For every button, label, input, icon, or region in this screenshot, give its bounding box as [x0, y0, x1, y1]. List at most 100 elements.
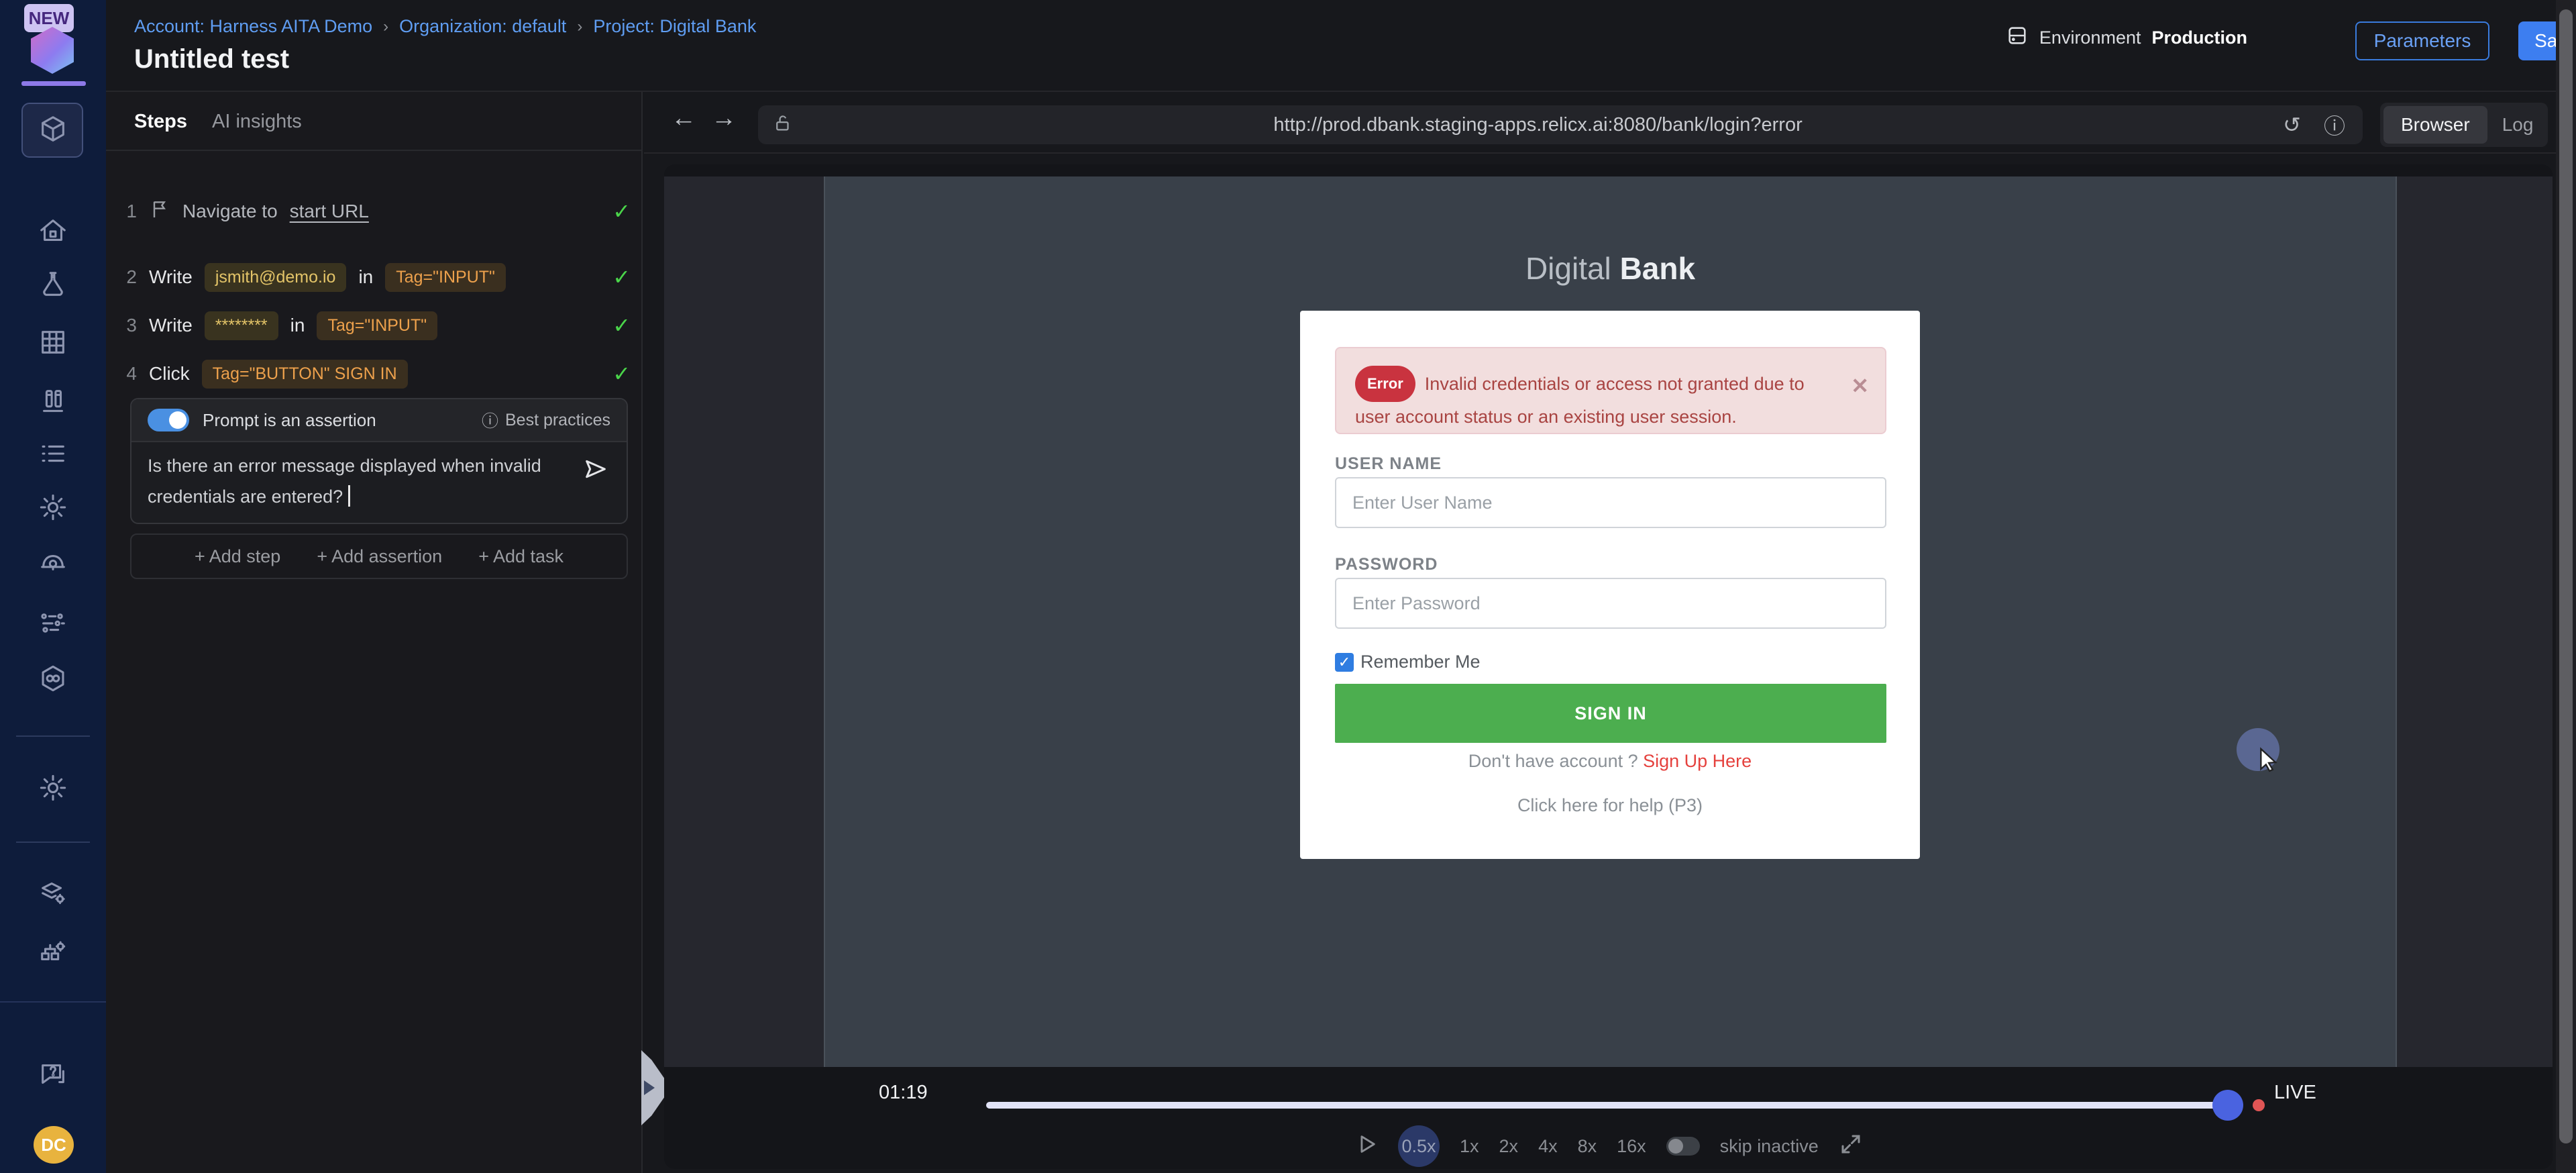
play-icon[interactable] [1355, 1133, 1378, 1160]
sidebar-item-settings-top[interactable] [23, 484, 83, 533]
signup-pre-text: Don't have account ? [1468, 751, 1643, 771]
app-logo[interactable] [31, 27, 74, 74]
speed-option[interactable]: 8x [1578, 1136, 1597, 1157]
skip-inactive-toggle[interactable] [1666, 1137, 1700, 1156]
tab-steps[interactable]: Steps [134, 111, 187, 133]
sign-up-link[interactable]: Sign Up Here [1643, 751, 1752, 771]
speed-option[interactable]: 16x [1617, 1136, 1646, 1157]
sidebar-item-grid[interactable] [23, 319, 83, 368]
speed-option[interactable]: 4x [1538, 1136, 1558, 1157]
step-row-4[interactable]: 4 Click Tag="BUTTON" SIGN IN ✓ [119, 355, 631, 393]
sidebar-item-org[interactable] [23, 929, 83, 977]
sidebar-item-pipelines[interactable] [23, 600, 83, 648]
step-target-chip[interactable]: Tag="INPUT" [317, 311, 437, 340]
remember-me[interactable]: ✓ Remember Me [1335, 652, 1481, 672]
breadcrumb-project[interactable]: Project: Digital Bank [593, 16, 756, 37]
checkbox-checked-icon[interactable]: ✓ [1335, 653, 1354, 672]
layers-gear-icon [38, 878, 68, 913]
gear-icon [38, 772, 68, 807]
step-row-1[interactable]: 1 Navigate to start URL ✓ [119, 193, 631, 230]
url-bar[interactable]: http://prod.dbank.staging-apps.relicx.ai… [758, 105, 2363, 144]
sidebar-item-list[interactable] [23, 431, 83, 479]
add-step-button[interactable]: + Add step [195, 546, 280, 567]
prompt-header: Prompt is an assertion ⓘ Best practices [131, 399, 627, 442]
sidebar-item-settings[interactable] [23, 765, 83, 813]
step-value-chip[interactable]: ******** [205, 311, 278, 340]
sidebar-item-layers[interactable] [23, 871, 83, 919]
drive-icon [2006, 24, 2029, 52]
tab-ai-insights[interactable]: AI insights [212, 111, 302, 133]
tab-log[interactable]: Log [2487, 114, 2548, 136]
speed-option[interactable]: 2x [1499, 1136, 1519, 1157]
step-conjunction: in [358, 266, 373, 288]
environment-label: Environment [2039, 28, 2141, 48]
forward-icon[interactable]: → [711, 104, 737, 133]
sidebar-item-session-replay[interactable] [23, 542, 83, 591]
password-input[interactable] [1335, 578, 1886, 629]
sidebar-item-tests[interactable] [23, 106, 83, 154]
sidebar-item-columns[interactable] [23, 378, 83, 427]
sidebar-item-experiments[interactable] [23, 262, 83, 310]
prompt-text: Is there an error message displayed when… [148, 456, 541, 507]
add-assertion-button[interactable]: + Add assertion [317, 546, 442, 567]
best-practices-label: Best practices [505, 411, 610, 430]
expand-icon[interactable] [1839, 1132, 1863, 1161]
alert-close-icon[interactable]: ✕ [1851, 371, 1869, 401]
playback-time: 01:19 [879, 1082, 928, 1104]
scrollbar-thumb[interactable] [2559, 9, 2573, 1143]
bank-logo-text: Digital Bank [825, 250, 2396, 287]
playback-knob[interactable] [2212, 1090, 2243, 1121]
live-dot [2253, 1099, 2265, 1111]
playback-track[interactable] [986, 1102, 2229, 1109]
step-target-chip[interactable]: Tag="BUTTON" SIGN IN [202, 360, 408, 389]
panel-tabs: Steps AI insights [106, 92, 641, 151]
sidebar: NEW [0, 0, 106, 1173]
mouse-cursor-icon [2255, 746, 2282, 776]
step-action: Click [149, 363, 190, 385]
step-target-chip[interactable]: Tag="INPUT" [385, 263, 506, 292]
parameters-button[interactable]: Parameters [2355, 21, 2489, 60]
user-avatar[interactable]: DC [34, 1126, 74, 1164]
username-input[interactable] [1335, 477, 1886, 528]
step-value-chip[interactable]: jsmith@demo.io [205, 263, 347, 292]
help-link[interactable]: Click here for help (P3) [1300, 795, 1920, 816]
hierarchy-gear-icon [38, 936, 68, 970]
url-text: http://prod.dbank.staging-apps.relicx.ai… [793, 114, 2283, 136]
start-url-link[interactable]: start URL [290, 201, 369, 222]
environment-value[interactable]: Production [2152, 28, 2248, 48]
step-action: Write [149, 315, 193, 336]
bank-title-bold: Bank [1620, 251, 1695, 286]
breadcrumb-account[interactable]: Account: Harness AITA Demo [134, 16, 372, 37]
step-number: 1 [119, 201, 137, 222]
live-browser-viewport: Digital Bank ErrorInvalid credentials or… [664, 164, 2553, 1169]
speed-option-active[interactable]: 0.5x [1398, 1125, 1440, 1167]
assertion-toggle[interactable] [148, 409, 189, 431]
step-number: 4 [119, 363, 137, 385]
send-icon[interactable] [582, 456, 609, 486]
breadcrumb-org[interactable]: Organization: default [399, 16, 566, 37]
page-title: Untitled test [134, 44, 289, 74]
sidebar-item-home[interactable] [23, 208, 83, 256]
panel-collapse-handle[interactable] [641, 1050, 664, 1125]
step-row-2[interactable]: 2 Write jsmith@demo.io in Tag="INPUT" ✓ [119, 258, 631, 296]
chevron-right-icon [644, 1080, 655, 1095]
step-action: Write [149, 266, 193, 288]
info-icon[interactable]: ⓘ [2324, 109, 2345, 140]
refresh-icon[interactable]: ↺ [2283, 112, 2301, 138]
best-practices-link[interactable]: ⓘ Best practices [482, 408, 610, 432]
prompt-input[interactable]: Is there an error message displayed when… [148, 450, 564, 512]
step-row-3[interactable]: 3 Write ******** in Tag="INPUT" ✓ [119, 307, 631, 344]
sign-in-button[interactable]: SIGN IN [1335, 684, 1886, 743]
text-cursor [348, 485, 350, 507]
back-icon[interactable]: ← [671, 104, 696, 133]
sidebar-item-help[interactable] [23, 1052, 83, 1101]
tab-browser[interactable]: Browser [2383, 106, 2487, 144]
browser-toolbar: ← → http://prod.dbank.staging-apps.relic… [644, 92, 2576, 154]
steps-panel: Steps AI insights 1 Navigate to start UR… [106, 92, 643, 1173]
error-alert: ErrorInvalid credentials or access not g… [1335, 347, 1886, 434]
add-task-button[interactable]: + Add task [478, 546, 564, 567]
sidebar-divider [16, 842, 90, 843]
sidebar-item-cicd[interactable] [23, 656, 83, 704]
flask-icon [38, 269, 68, 303]
speed-option[interactable]: 1x [1460, 1136, 1479, 1157]
